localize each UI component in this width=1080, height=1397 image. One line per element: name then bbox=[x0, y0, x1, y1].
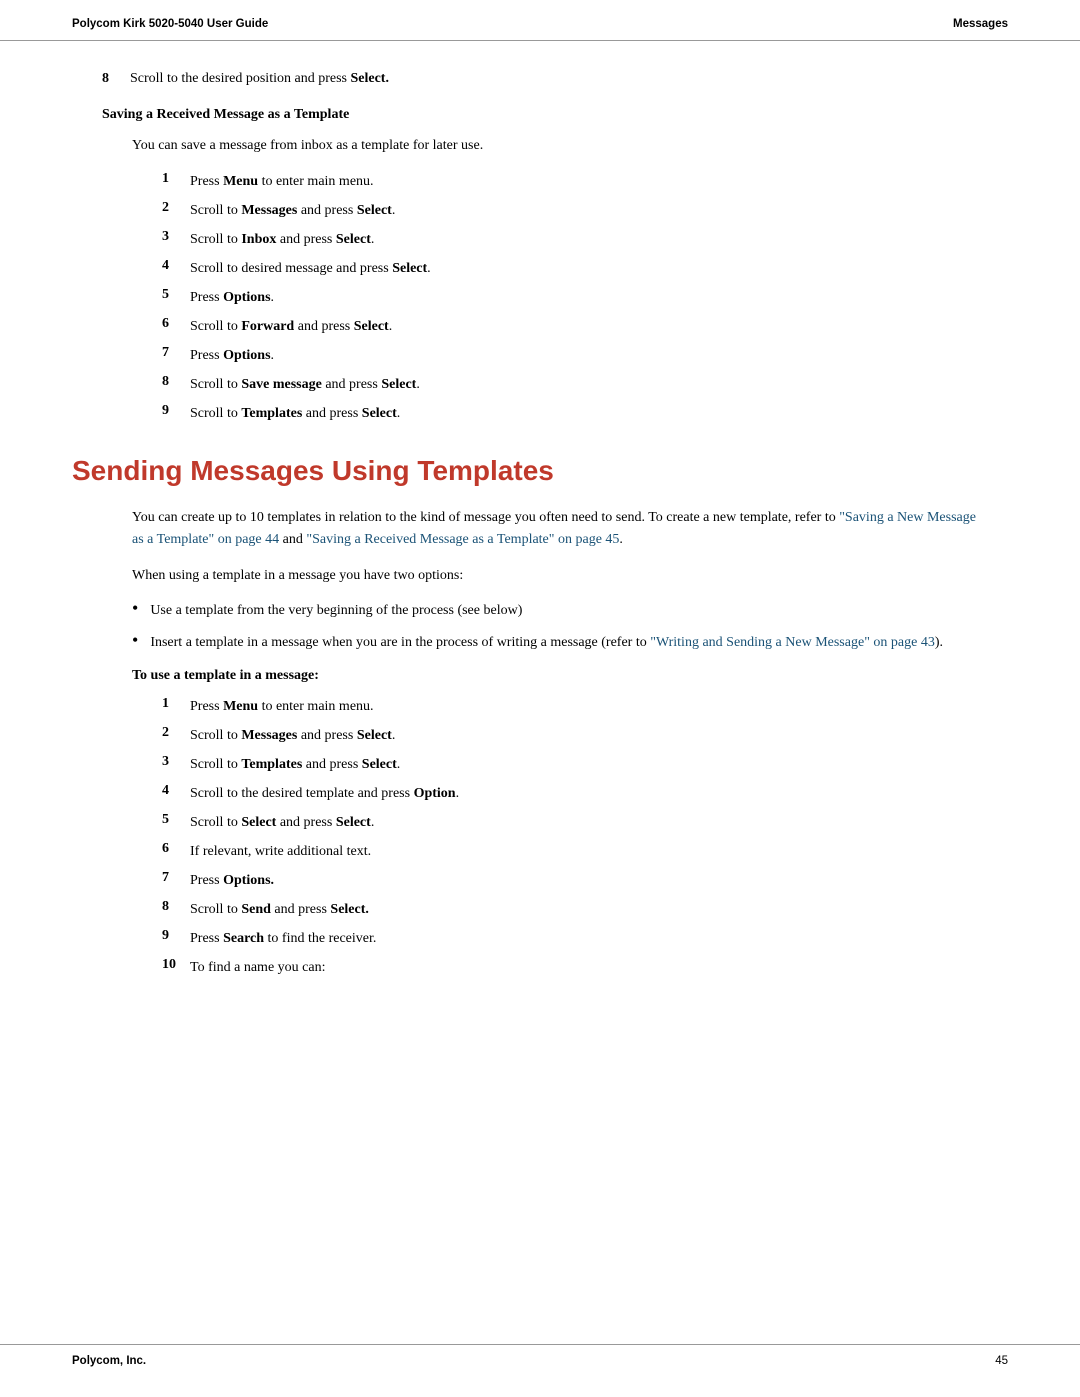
step-s1-4: 4 Scroll to desired message and press Se… bbox=[162, 258, 978, 279]
step-number: 8 bbox=[102, 71, 130, 87]
step-s1-5: 5 Press Options. bbox=[162, 287, 978, 308]
step-s1-2: 2 Scroll to Messages and press Select. bbox=[162, 200, 978, 221]
footer-page-number: 45 bbox=[995, 1355, 1008, 1367]
page: Polycom Kirk 5020-5040 User Guide Messag… bbox=[0, 0, 1080, 1397]
subsection-use-template: To use a template in a message: 1 Press … bbox=[132, 668, 978, 978]
section-intro-para: You can create up to 10 templates in rel… bbox=[132, 507, 978, 550]
page-header: Polycom Kirk 5020-5040 User Guide Messag… bbox=[0, 0, 1080, 41]
header-right: Messages bbox=[953, 18, 1008, 30]
bullet-icon-2: • bbox=[132, 630, 138, 654]
step-s2-4: 4 Scroll to the desired template and pre… bbox=[162, 783, 978, 804]
step-s2-9: 9 Press Search to find the receiver. bbox=[162, 928, 978, 949]
step-s2-2: 2 Scroll to Messages and press Select. bbox=[162, 725, 978, 746]
subsection-saving-received: Saving a Received Message as a Template … bbox=[72, 107, 1008, 424]
step-s2-1: 1 Press Menu to enter main menu. bbox=[162, 696, 978, 717]
step-s2-6: 6 If relevant, write additional text. bbox=[162, 841, 978, 862]
subsection1-intro: You can save a message from inbox as a t… bbox=[132, 135, 978, 157]
page-footer: Polycom, Inc. 45 bbox=[0, 1344, 1080, 1377]
link-saving-received[interactable]: "Saving a Received Message as a Template… bbox=[306, 532, 619, 547]
subsection1-steps: 1 Press Menu to enter main menu. 2 Scrol… bbox=[132, 171, 978, 424]
bullet-icon-1: • bbox=[132, 598, 138, 622]
step-s1-1: 1 Press Menu to enter main menu. bbox=[162, 171, 978, 192]
footer-company: Polycom, Inc. bbox=[72, 1355, 146, 1367]
step-s2-3: 3 Scroll to Templates and press Select. bbox=[162, 754, 978, 775]
step-s1-7: 7 Press Options. bbox=[162, 345, 978, 366]
step-s1-3: 3 Scroll to Inbox and press Select. bbox=[162, 229, 978, 250]
step-s1-6: 6 Scroll to Forward and press Select. bbox=[162, 316, 978, 337]
section-para2: When using a template in a message you h… bbox=[132, 565, 978, 587]
step-s2-8: 8 Scroll to Send and press Select. bbox=[162, 899, 978, 920]
subsection-heading-1: Saving a Received Message as a Template bbox=[102, 107, 1008, 123]
step-s2-10: 10 To find a name you can: bbox=[162, 957, 978, 978]
step-s2-7: 7 Press Options. bbox=[162, 870, 978, 891]
subsection2-steps: 1 Press Menu to enter main menu. 2 Scrol… bbox=[132, 696, 978, 978]
subsection-heading-2: To use a template in a message: bbox=[132, 668, 978, 684]
section-sending-body: You can create up to 10 templates in rel… bbox=[132, 507, 978, 977]
subsection1-body: You can save a message from inbox as a t… bbox=[132, 135, 978, 424]
header-left: Polycom Kirk 5020-5040 User Guide bbox=[72, 18, 268, 30]
options-bullet-list: • Use a template from the very beginning… bbox=[132, 600, 978, 653]
link-writing-new[interactable]: "Writing and Sending a New Message" on p… bbox=[650, 635, 935, 650]
section-title-sending: Sending Messages Using Templates bbox=[72, 454, 1008, 488]
step-text: Scroll to the desired position and press… bbox=[130, 71, 1008, 87]
step-s2-5: 5 Scroll to Select and press Select. bbox=[162, 812, 978, 833]
step-s1-9: 9 Scroll to Templates and press Select. bbox=[162, 403, 978, 424]
bullet-item-1: • Use a template from the very beginning… bbox=[132, 600, 978, 622]
step-s1-8: 8 Scroll to Save message and press Selec… bbox=[162, 374, 978, 395]
page-content: 8 Scroll to the desired position and pre… bbox=[0, 41, 1080, 1048]
bullet-item-2: • Insert a template in a message when yo… bbox=[132, 632, 978, 654]
top-step-8: 8 Scroll to the desired position and pre… bbox=[102, 71, 1008, 87]
